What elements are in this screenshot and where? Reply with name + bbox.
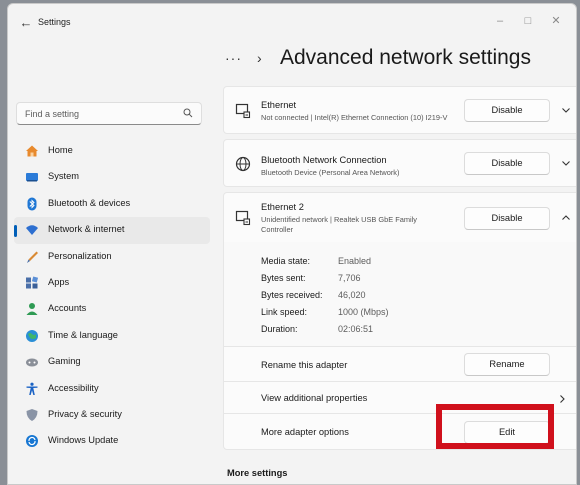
ethernet-icon [235, 210, 251, 226]
chevron-right-icon [560, 395, 565, 403]
sidebar-item-time-language[interactable]: Time & language [14, 323, 210, 349]
sidebar-item-label: Privacy & security [48, 408, 122, 419]
minimize-button[interactable]: – [486, 11, 514, 31]
detail-value: 7,706 [338, 273, 361, 283]
chevron-down-icon[interactable] [559, 156, 573, 170]
adapter-name: Ethernet 2 [261, 202, 304, 212]
detail-label: Duration: [261, 324, 298, 334]
personalization-icon [27, 251, 38, 263]
detail-value: Enabled [338, 256, 372, 266]
system-icon [26, 173, 38, 182]
sidebar-item-label: Accounts [48, 303, 87, 314]
adapter-card-bluetooth-network[interactable]: Bluetooth Network Connection Bluetooth D… [223, 139, 576, 187]
rename-button[interactable]: Rename [464, 353, 550, 376]
adapter-card-ethernet-2[interactable]: Ethernet 2 Unidentified network | Realte… [223, 192, 576, 243]
time-language-icon [26, 329, 38, 342]
maximize-button[interactable]: □ [514, 11, 542, 31]
sidebar-item-label: Apps [48, 276, 70, 287]
sidebar-item-label: Accessibility [48, 382, 99, 393]
chevron-right-icon: › [257, 50, 262, 66]
sidebar-item-network[interactable]: Network & internet [14, 217, 210, 244]
adapter-details: Media state: Enabled Bytes sent: 7,706 B… [223, 242, 576, 346]
adapter-name: Bluetooth Network Connection [261, 155, 387, 165]
close-button[interactable]: ✕ [542, 11, 570, 31]
disable-button[interactable]: Disable [464, 99, 550, 122]
sidebar-item-label: Time & language [48, 329, 118, 340]
back-arrow-icon[interactable]: ← [16, 14, 36, 32]
title-bar: ← Settings – □ ✕ [8, 4, 576, 42]
gaming-icon [26, 358, 38, 367]
sidebar-item-label: Windows Update [48, 435, 119, 446]
adapter-card-ethernet[interactable]: Ethernet Not connected | Intel(R) Ethern… [223, 86, 576, 134]
rename-adapter-label: Rename this adapter [261, 360, 348, 370]
detail-label: Bytes received: [261, 290, 323, 300]
detail-label: Media state: [261, 256, 311, 266]
sidebar-item-personalization[interactable]: Personalization [14, 244, 210, 270]
chevron-down-icon[interactable] [559, 103, 573, 117]
adapter-description: Not connected | Intel(R) Ethernet Connec… [261, 113, 448, 122]
disable-button[interactable]: Disable [464, 207, 550, 230]
sidebar-item-label: Network & internet [48, 224, 125, 235]
ethernet-icon [235, 103, 251, 119]
active-indicator [14, 225, 17, 238]
adapter-description: Bluetooth Device (Personal Area Network) [261, 168, 400, 177]
detail-value: 46,020 [338, 290, 366, 300]
home-icon [26, 145, 38, 157]
apps-icon [26, 276, 39, 289]
detail-label: Bytes sent: [261, 273, 306, 283]
sidebar-item-label: Home [48, 145, 73, 155]
sidebar-item-bluetooth[interactable]: Bluetooth & devices [14, 191, 210, 217]
sidebar-item-label: Bluetooth & devices [48, 197, 131, 208]
sidebar-item-system[interactable]: System [14, 164, 210, 190]
network-icon [26, 225, 38, 236]
sidebar-item-label: Personalization [48, 250, 112, 261]
sidebar-item-label: Gaming [48, 356, 81, 367]
bluetooth-icon [27, 197, 37, 211]
accounts-icon [26, 303, 38, 316]
detail-value: 1000 (Mbps) [338, 307, 389, 317]
sidebar-item-label: System [48, 171, 79, 182]
more-settings-heading: More settings [227, 468, 288, 478]
chevron-up-icon[interactable] [559, 211, 573, 225]
rename-adapter-row: Rename this adapter Rename [223, 346, 576, 382]
detail-value: 02:06:51 [338, 324, 374, 334]
sidebar-nav: Home System Bluetooth & devices Network … [14, 138, 210, 455]
sidebar-item-windows-update[interactable]: Windows Update [14, 428, 210, 454]
more-options-label: More adapter options [261, 427, 349, 437]
bluetooth-network-icon [235, 156, 251, 172]
adapter-name: Ethernet [261, 100, 297, 110]
page-title: Advanced network settings [280, 46, 531, 69]
sidebar-item-accounts[interactable]: Accounts [14, 296, 210, 322]
search-placeholder: Find a setting [25, 109, 80, 119]
adapter-description: Unidentified network | Realtek USB GbE F… [261, 215, 417, 234]
highlight-box [436, 404, 554, 449]
sidebar-item-home[interactable]: Home [14, 138, 210, 164]
sidebar-item-apps[interactable]: Apps [14, 270, 210, 296]
windows-update-icon [26, 435, 38, 448]
disable-button[interactable]: Disable [464, 152, 550, 175]
sidebar-item-gaming[interactable]: Gaming [14, 349, 210, 375]
privacy-icon [26, 408, 38, 421]
detail-label: Link speed: [261, 307, 308, 317]
search-input[interactable]: Find a setting [16, 102, 202, 125]
sidebar-item-accessibility[interactable]: Accessibility [14, 376, 210, 402]
accessibility-icon [26, 382, 38, 395]
view-properties-label: View additional properties [261, 393, 368, 403]
search-icon [183, 108, 193, 118]
breadcrumb-more-button[interactable]: ··· [225, 50, 242, 66]
app-title: Settings [38, 17, 71, 27]
sidebar-item-privacy[interactable]: Privacy & security [14, 402, 210, 428]
